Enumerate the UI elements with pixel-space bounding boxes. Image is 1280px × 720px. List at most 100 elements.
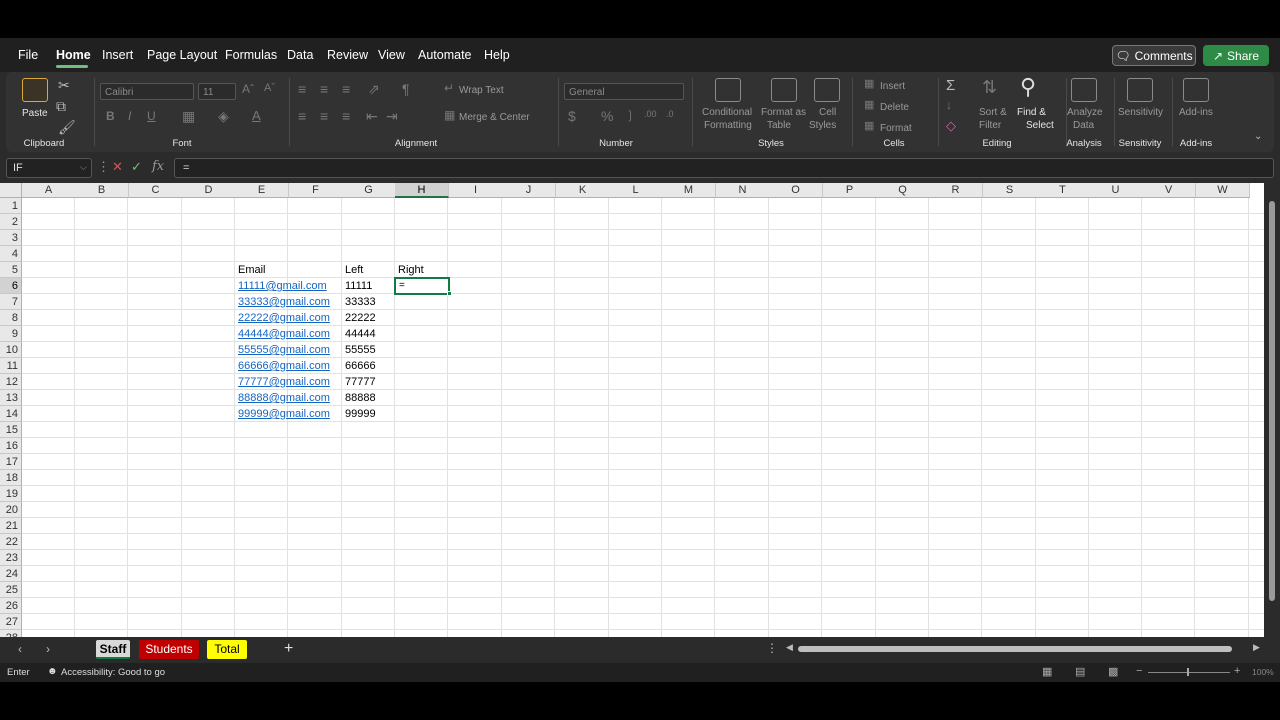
menu-page-layout[interactable]: Page Layout [147,48,217,62]
column-header-l[interactable]: L [609,183,663,198]
analyze-data-icon[interactable] [1071,78,1097,102]
scroll-left-icon[interactable]: ◀ [786,643,793,652]
column-header-q[interactable]: Q [876,183,930,198]
column-header-n[interactable]: N [716,183,770,198]
decrease-decimal-icon[interactable]: .0 [666,110,674,119]
cancel-icon[interactable]: ✕ [112,159,123,175]
bold-icon[interactable]: B [106,110,115,122]
row-header-25[interactable]: 25 [0,582,22,598]
text-direction-icon[interactable]: ¶ [402,82,410,96]
column-header-t[interactable]: T [1036,183,1090,198]
row-header-8[interactable]: 8 [0,310,22,326]
cell-styles-button[interactable]: Cell [819,107,836,118]
column-header-w[interactable]: W [1196,183,1250,198]
align-top-icon[interactable]: ≡ [298,82,306,96]
email-cell[interactable]: 66666@gmail.com [236,358,330,374]
email-cell[interactable]: 55555@gmail.com [236,342,330,358]
cut-icon[interactable]: ✂ [58,78,70,92]
more-options-icon[interactable]: ⋮ [97,159,110,175]
font-color-icon[interactable]: A [252,109,261,122]
align-right-icon[interactable]: ≡ [342,109,350,123]
format-as-table-icon[interactable] [771,78,797,102]
conditional-formatting-icon[interactable] [715,78,741,102]
increase-decimal-icon[interactable]: .00 [644,110,657,119]
row-header-16[interactable]: 16 [0,438,22,454]
page-break-view-icon[interactable]: ▩ [1108,665,1118,678]
row-header-9[interactable]: 9 [0,326,22,342]
email-cell[interactable]: 77777@gmail.com [236,374,330,390]
column-header-f[interactable]: F [289,183,343,198]
zoom-slider-thumb[interactable] [1187,668,1189,676]
header-cell-right[interactable]: Right [396,262,424,278]
column-header-g[interactable]: G [342,183,396,198]
column-header-r[interactable]: R [929,183,983,198]
left-value-cell[interactable]: 44444 [343,326,376,342]
row-header-4[interactable]: 4 [0,246,22,262]
left-value-cell[interactable]: 88888 [343,390,376,406]
increase-font-icon[interactable]: Aˆ [242,83,254,95]
column-header-j[interactable]: J [502,183,556,198]
orientation-icon[interactable]: ⇗ [368,82,380,96]
column-header-a[interactable]: A [22,183,76,198]
column-header-e[interactable]: E [235,183,289,198]
email-cell[interactable]: 33333@gmail.com [236,294,330,310]
row-header-13[interactable]: 13 [0,390,22,406]
zoom-slider[interactable] [1148,672,1230,673]
align-left-icon[interactable]: ≡ [298,109,306,123]
column-header-p[interactable]: P [823,183,877,198]
header-cell-email[interactable]: Email [236,262,266,278]
column-header-o[interactable]: O [769,183,823,198]
row-header-17[interactable]: 17 [0,454,22,470]
currency-icon[interactable]: $ [568,109,576,123]
comments-button[interactable]: 🗨 Comments [1112,45,1196,66]
copy-icon[interactable]: ⧉ [56,99,66,113]
select-all-corner[interactable] [0,183,22,198]
insert-function-icon[interactable]: fx [152,159,164,174]
row-header-18[interactable]: 18 [0,470,22,486]
italic-icon[interactable]: I [128,110,131,122]
align-center-icon[interactable]: ≡ [320,109,328,123]
row-header-26[interactable]: 26 [0,598,22,614]
menu-file[interactable]: File [18,48,38,62]
column-header-d[interactable]: D [182,183,236,198]
email-cell[interactable]: 11111@gmail.com [236,278,327,294]
email-cell[interactable]: 88888@gmail.com [236,390,330,406]
row-header-1[interactable]: 1 [0,198,22,214]
row-header-3[interactable]: 3 [0,230,22,246]
vertical-scroll-thumb[interactable] [1269,201,1275,601]
add-sheet-icon[interactable]: + [284,641,293,657]
wrap-text-button[interactable]: Wrap Text [459,85,504,96]
menu-help[interactable]: Help [484,48,510,62]
left-value-cell[interactable]: 66666 [343,358,376,374]
row-header-23[interactable]: 23 [0,550,22,566]
row-header-27[interactable]: 27 [0,614,22,630]
number-format-select[interactable]: General [564,83,684,100]
row-header-10[interactable]: 10 [0,342,22,358]
sort-filter-icon[interactable]: ⇅ [982,78,997,96]
spreadsheet-grid[interactable]: A B C D E F G H I J K L M N O P Q R S T U V W 1 2 3 4 5 6 7 8 9 10 11 12 13… [0,183,1264,637]
left-value-cell[interactable]: 77777 [343,374,376,390]
fill-icon[interactable]: ↓ [946,99,952,111]
menu-insert[interactable]: Insert [102,48,133,62]
fill-color-icon[interactable]: ◈ [218,109,229,123]
sheet-tab-total[interactable]: Total [207,640,247,659]
borders-icon[interactable]: ▦ [182,109,195,123]
increase-indent-icon[interactable]: ⇥ [386,109,398,123]
header-cell-left[interactable]: Left [343,262,363,278]
row-header-24[interactable]: 24 [0,566,22,582]
menu-automate[interactable]: Automate [418,48,472,62]
paste-icon[interactable] [22,78,48,102]
row-header-20[interactable]: 20 [0,502,22,518]
column-header-u[interactable]: U [1089,183,1143,198]
align-bottom-icon[interactable]: ≡ [342,82,350,96]
add-ins-icon[interactable] [1183,78,1209,102]
tab-options-icon[interactable]: ⋮ [766,642,778,654]
column-header-v[interactable]: V [1142,183,1196,198]
horizontal-scroll-thumb[interactable] [798,646,1232,652]
row-header-22[interactable]: 22 [0,534,22,550]
row-header-14[interactable]: 14 [0,406,22,422]
next-sheet-icon[interactable]: › [46,643,50,655]
cell-styles-icon[interactable] [814,78,840,102]
column-header-k[interactable]: K [556,183,610,198]
row-header-5[interactable]: 5 [0,262,22,278]
